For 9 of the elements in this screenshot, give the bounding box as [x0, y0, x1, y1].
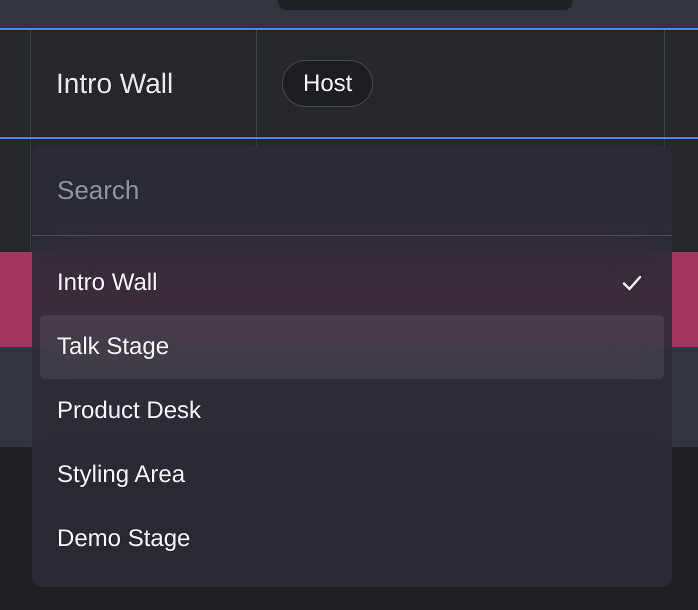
table-cell: Intro Wall	[31, 30, 257, 137]
table-row[interactable]: Intro Wall Host	[0, 28, 698, 139]
role-tag: Host	[282, 60, 374, 107]
search-field[interactable]: Search	[57, 171, 672, 210]
dropdown-option[interactable]: Demo Stage	[40, 507, 664, 571]
dropdown-option[interactable]: Talk Stage	[40, 315, 664, 379]
dropdown-option[interactable]: Product Desk	[40, 379, 664, 443]
dropdown-option[interactable]: Styling Area	[40, 443, 664, 507]
dropdown-option[interactable]: Intro Wall	[40, 251, 664, 315]
